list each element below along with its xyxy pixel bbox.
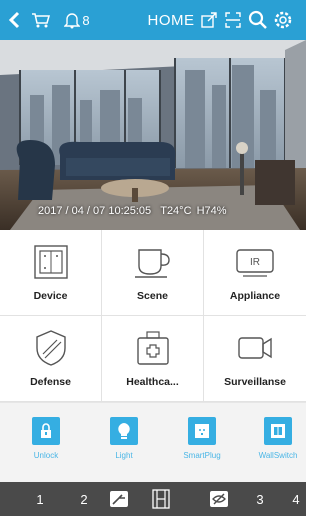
quick-label: Light bbox=[115, 451, 133, 460]
frame-icon bbox=[152, 489, 170, 509]
shield-icon bbox=[35, 330, 66, 366]
search-icon[interactable] bbox=[246, 0, 270, 40]
quick-unlock[interactable]: Unlock bbox=[18, 417, 74, 467]
bottom-item-hidden[interactable] bbox=[204, 482, 234, 516]
bottom-item-2[interactable]: 2 bbox=[74, 482, 94, 516]
grid-label: Scene bbox=[137, 290, 168, 302]
wall-switch-icon bbox=[271, 424, 285, 438]
quick-label: SmartPlug bbox=[183, 451, 221, 460]
quick-actions: Unlock Light SmartPlug WallSwitch bbox=[0, 402, 306, 482]
temperature: T24°C bbox=[160, 205, 192, 217]
eye-off-icon bbox=[212, 493, 226, 505]
quick-light[interactable]: Light bbox=[96, 417, 152, 467]
grid-item-surveillance[interactable]: Surveillanse bbox=[204, 316, 306, 402]
quick-label: WallSwitch bbox=[258, 451, 298, 460]
health-kit-icon bbox=[136, 331, 169, 365]
page-title: HOME bbox=[147, 11, 195, 29]
room-camera-image bbox=[0, 40, 306, 230]
bell-icon bbox=[64, 13, 81, 29]
grid-item-scene[interactable]: Scene bbox=[102, 230, 204, 316]
feature-grid: Device Scene IR Appliance Defense Health… bbox=[0, 230, 306, 402]
scan-icon[interactable] bbox=[222, 0, 244, 40]
camera-overlay: 2017 / 04 / 07 10:25:05 T24°C H74% bbox=[38, 205, 227, 217]
grid-label: Surveillanse bbox=[224, 376, 286, 388]
external-link-icon[interactable] bbox=[198, 0, 220, 40]
cart-icon[interactable] bbox=[28, 0, 54, 40]
bottom-item-3[interactable]: 3 bbox=[250, 482, 270, 516]
bulb-icon bbox=[118, 423, 130, 439]
camera-icon bbox=[238, 337, 272, 359]
bottom-item-4[interactable]: 4 bbox=[286, 482, 306, 516]
quick-smartplug[interactable]: SmartPlug bbox=[174, 417, 230, 467]
ir-remote-icon: IR bbox=[236, 249, 274, 277]
bottom-item-1[interactable]: 1 bbox=[30, 482, 50, 516]
lock-icon bbox=[41, 423, 51, 438]
grid-item-appliance[interactable]: IR Appliance bbox=[204, 230, 306, 316]
top-bar: 8 HOME bbox=[0, 0, 306, 40]
humidity: H74% bbox=[196, 205, 227, 217]
back-arrow-icon[interactable] bbox=[2, 0, 26, 40]
grid-item-defense[interactable]: Defense bbox=[0, 316, 102, 402]
grid-label: Appliance bbox=[229, 290, 281, 302]
scene-cup-icon bbox=[134, 249, 170, 278]
grid-item-device[interactable]: Device bbox=[0, 230, 102, 316]
bottom-item-frame[interactable] bbox=[146, 482, 176, 516]
bottom-bar: 1 2 3 4 bbox=[0, 482, 306, 516]
grid-item-healthcare[interactable]: Healthca... bbox=[102, 316, 204, 402]
settings-icon[interactable] bbox=[272, 0, 304, 40]
plug-icon bbox=[195, 424, 209, 438]
quick-wallswitch[interactable]: WallSwitch bbox=[250, 417, 306, 467]
device-icon bbox=[33, 245, 68, 279]
notification-count: 8 bbox=[82, 12, 90, 28]
grid-label: Device bbox=[33, 290, 68, 302]
curtain-icon bbox=[112, 494, 125, 505]
notifications[interactable]: 8 bbox=[56, 0, 98, 40]
grid-label: Defense bbox=[30, 376, 71, 388]
grid-label: Healthca... bbox=[126, 376, 179, 388]
quick-label: Unlock bbox=[33, 451, 59, 460]
timestamp: 2017 / 04 / 07 10:25:05 bbox=[38, 205, 152, 217]
svg-text:IR: IR bbox=[250, 257, 260, 268]
bottom-item-curtain[interactable] bbox=[104, 482, 134, 516]
camera-feed[interactable]: 2017 / 04 / 07 10:25:05 T24°C H74% bbox=[0, 40, 306, 230]
